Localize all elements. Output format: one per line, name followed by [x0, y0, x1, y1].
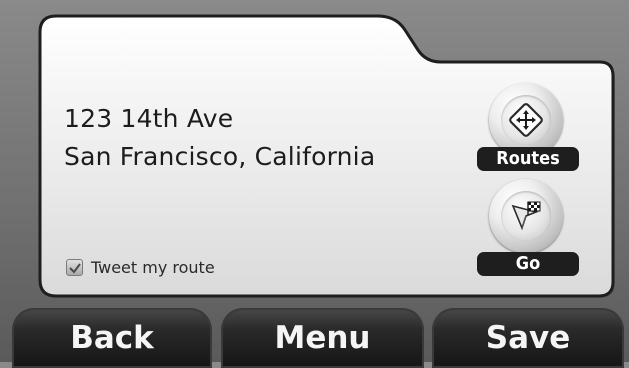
back-button[interactable]: Back — [12, 308, 212, 368]
routes-label[interactable]: Routes — [477, 147, 579, 171]
navigation-flag-icon — [511, 201, 541, 231]
menu-button[interactable]: Menu — [221, 308, 424, 368]
tweet-route-option[interactable]: Tweet my route — [66, 258, 215, 277]
checkmark-icon — [68, 262, 81, 274]
destination-address: 123 14th Ave San Francisco, California — [64, 100, 375, 176]
tweet-checkbox[interactable] — [66, 259, 83, 276]
address-line-city: San Francisco, California — [64, 142, 376, 171]
routes-button[interactable] — [489, 83, 563, 157]
direction-arrows-icon — [509, 103, 543, 137]
save-button[interactable]: Save — [432, 308, 624, 368]
tweet-route-label: Tweet my route — [91, 258, 215, 277]
route-confirmation-screen: 123 14th Ave San Francisco, California T… — [0, 0, 629, 368]
address-line-street: 123 14th Ave — [64, 104, 234, 133]
go-label[interactable]: Go — [477, 252, 579, 276]
go-button[interactable] — [489, 179, 563, 253]
